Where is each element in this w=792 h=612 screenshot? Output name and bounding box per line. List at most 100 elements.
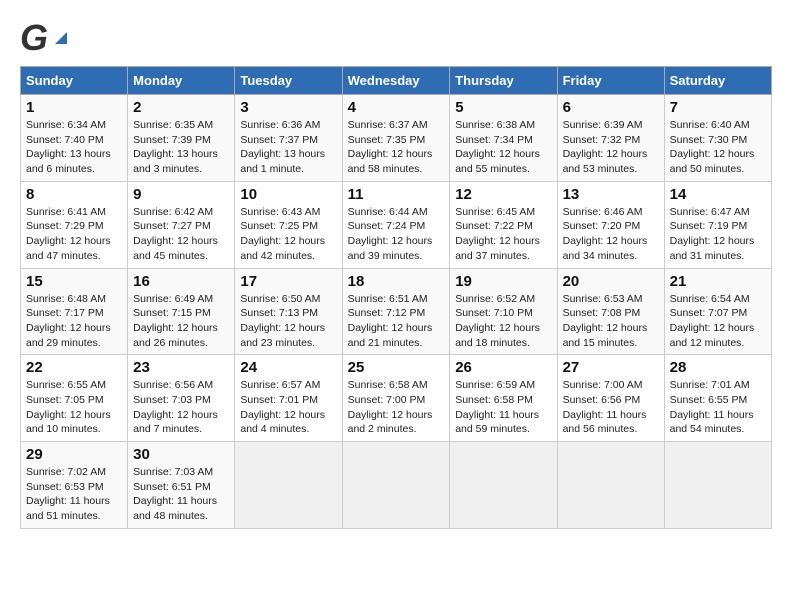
day-number: 2: [133, 99, 229, 116]
day-of-week-header: Monday: [128, 67, 235, 95]
day-info: Sunrise: 6:39 AM Sunset: 7:32 PM Dayligh…: [563, 118, 659, 177]
day-number: 24: [240, 359, 336, 376]
day-number: 5: [455, 99, 551, 116]
calendar-cell: 28 Sunrise: 7:01 AM Sunset: 6:55 PM Dayli…: [664, 355, 771, 442]
day-number: 6: [563, 99, 659, 116]
day-info: Sunrise: 6:42 AM Sunset: 7:27 PM Dayligh…: [133, 205, 229, 264]
day-info: Sunrise: 6:57 AM Sunset: 7:01 PM Dayligh…: [240, 378, 336, 437]
calendar-cell: [342, 442, 450, 529]
day-number: 23: [133, 359, 229, 376]
logo-triangle-icon: [53, 30, 69, 46]
day-info: Sunrise: 6:51 AM Sunset: 7:12 PM Dayligh…: [348, 292, 445, 351]
calendar-cell: 6 Sunrise: 6:39 AM Sunset: 7:32 PM Daylig…: [557, 95, 664, 182]
day-number: 16: [133, 273, 229, 290]
calendar-cell: 7 Sunrise: 6:40 AM Sunset: 7:30 PM Daylig…: [664, 95, 771, 182]
calendar-cell: [450, 442, 557, 529]
day-number: 12: [455, 186, 551, 203]
calendar-week-row: 1 Sunrise: 6:34 AM Sunset: 7:40 PM Daylig…: [21, 95, 772, 182]
calendar-week-row: 15 Sunrise: 6:48 AM Sunset: 7:17 PM Dayli…: [21, 268, 772, 355]
calendar-cell: 2 Sunrise: 6:35 AM Sunset: 7:39 PM Daylig…: [128, 95, 235, 182]
day-number: 20: [563, 273, 659, 290]
calendar-cell: 16 Sunrise: 6:49 AM Sunset: 7:15 PM Dayli…: [128, 268, 235, 355]
calendar-cell: 22 Sunrise: 6:55 AM Sunset: 7:05 PM Dayli…: [21, 355, 128, 442]
day-number: 30: [133, 446, 229, 463]
day-number: 14: [670, 186, 766, 203]
calendar-cell: 25 Sunrise: 6:58 AM Sunset: 7:00 PM Dayli…: [342, 355, 450, 442]
day-info: Sunrise: 6:40 AM Sunset: 7:30 PM Dayligh…: [670, 118, 766, 177]
day-info: Sunrise: 6:45 AM Sunset: 7:22 PM Dayligh…: [455, 205, 551, 264]
day-info: Sunrise: 6:34 AM Sunset: 7:40 PM Dayligh…: [26, 118, 122, 177]
day-info: Sunrise: 6:54 AM Sunset: 7:07 PM Dayligh…: [670, 292, 766, 351]
calendar-cell: 27 Sunrise: 7:00 AM Sunset: 6:56 PM Dayli…: [557, 355, 664, 442]
day-number: 18: [348, 273, 445, 290]
day-info: Sunrise: 6:41 AM Sunset: 7:29 PM Dayligh…: [26, 205, 122, 264]
day-info: Sunrise: 6:49 AM Sunset: 7:15 PM Dayligh…: [133, 292, 229, 351]
day-of-week-header: Sunday: [21, 67, 128, 95]
day-number: 21: [670, 273, 766, 290]
calendar-cell: [557, 442, 664, 529]
calendar-cell: 10Sunrise: 6:43 AM Sunset: 7:25 PM Dayli…: [235, 181, 342, 268]
day-info: Sunrise: 6:43 AM Sunset: 7:25 PM Dayligh…: [240, 205, 336, 264]
day-info: Sunrise: 6:38 AM Sunset: 7:34 PM Dayligh…: [455, 118, 551, 177]
day-info: Sunrise: 6:36 AM Sunset: 7:37 PM Dayligh…: [240, 118, 336, 177]
day-number: 27: [563, 359, 659, 376]
day-of-week-header: Thursday: [450, 67, 557, 95]
calendar-cell: 17 Sunrise: 6:50 AM Sunset: 7:13 PM Dayli…: [235, 268, 342, 355]
day-info: Sunrise: 6:50 AM Sunset: 7:13 PM Dayligh…: [240, 292, 336, 351]
day-number: 22: [26, 359, 122, 376]
day-number: 17: [240, 273, 336, 290]
day-number: 28: [670, 359, 766, 376]
calendar-cell: 9 Sunrise: 6:42 AM Sunset: 7:27 PM Daylig…: [128, 181, 235, 268]
day-info: Sunrise: 6:58 AM Sunset: 7:00 PM Dayligh…: [348, 378, 445, 437]
day-number: 25: [348, 359, 445, 376]
day-number: 7: [670, 99, 766, 116]
day-info: Sunrise: 6:37 AM Sunset: 7:35 PM Dayligh…: [348, 118, 445, 177]
calendar-week-row: 22 Sunrise: 6:55 AM Sunset: 7:05 PM Dayli…: [21, 355, 772, 442]
calendar-cell: 8 Sunrise: 6:41 AM Sunset: 7:29 PM Daylig…: [21, 181, 128, 268]
calendar-cell: 3Sunrise: 6:36 AM Sunset: 7:37 PM Daylig…: [235, 95, 342, 182]
calendar-cell: 20 Sunrise: 6:53 AM Sunset: 7:08 PM Dayli…: [557, 268, 664, 355]
day-info: Sunrise: 7:01 AM Sunset: 6:55 PM Dayligh…: [670, 378, 766, 437]
day-number: 11: [348, 186, 445, 203]
day-info: Sunrise: 6:47 AM Sunset: 7:19 PM Dayligh…: [670, 205, 766, 264]
day-info: Sunrise: 6:59 AM Sunset: 6:58 PM Dayligh…: [455, 378, 551, 437]
calendar-cell: 19 Sunrise: 6:52 AM Sunset: 7:10 PM Dayli…: [450, 268, 557, 355]
day-info: Sunrise: 6:48 AM Sunset: 7:17 PM Dayligh…: [26, 292, 122, 351]
day-info: Sunrise: 7:02 AM Sunset: 6:53 PM Dayligh…: [26, 465, 122, 524]
calendar-cell: [235, 442, 342, 529]
calendar-cell: 24 Sunrise: 6:57 AM Sunset: 7:01 PM Dayli…: [235, 355, 342, 442]
day-info: Sunrise: 7:00 AM Sunset: 6:56 PM Dayligh…: [563, 378, 659, 437]
day-number: 15: [26, 273, 122, 290]
day-number: 8: [26, 186, 122, 203]
day-info: Sunrise: 6:46 AM Sunset: 7:20 PM Dayligh…: [563, 205, 659, 264]
day-info: Sunrise: 6:35 AM Sunset: 7:39 PM Dayligh…: [133, 118, 229, 177]
day-info: Sunrise: 7:03 AM Sunset: 6:51 PM Dayligh…: [133, 465, 229, 524]
calendar-header-row: SundayMondayTuesdayWednesdayThursdayFrid…: [21, 67, 772, 95]
day-number: 9: [133, 186, 229, 203]
calendar-cell: 5 Sunrise: 6:38 AM Sunset: 7:34 PM Daylig…: [450, 95, 557, 182]
calendar-cell: 11 Sunrise: 6:44 AM Sunset: 7:24 PM Dayli…: [342, 181, 450, 268]
day-info: Sunrise: 6:52 AM Sunset: 7:10 PM Dayligh…: [455, 292, 551, 351]
day-number: 1: [26, 99, 122, 116]
calendar-cell: 14 Sunrise: 6:47 AM Sunset: 7:19 PM Dayli…: [664, 181, 771, 268]
calendar-cell: 1 Sunrise: 6:34 AM Sunset: 7:40 PM Daylig…: [21, 95, 128, 182]
calendar-cell: 23 Sunrise: 6:56 AM Sunset: 7:03 PM Dayli…: [128, 355, 235, 442]
calendar-cell: 12 Sunrise: 6:45 AM Sunset: 7:22 PM Dayli…: [450, 181, 557, 268]
calendar-cell: [664, 442, 771, 529]
day-info: Sunrise: 6:55 AM Sunset: 7:05 PM Dayligh…: [26, 378, 122, 437]
day-info: Sunrise: 6:44 AM Sunset: 7:24 PM Dayligh…: [348, 205, 445, 264]
calendar-cell: 13Sunrise: 6:46 AM Sunset: 7:20 PM Dayli…: [557, 181, 664, 268]
day-of-week-header: Saturday: [664, 67, 771, 95]
day-of-week-header: Friday: [557, 67, 664, 95]
day-number: 19: [455, 273, 551, 290]
calendar-cell: 26Sunrise: 6:59 AM Sunset: 6:58 PM Dayli…: [450, 355, 557, 442]
day-number: 29: [26, 446, 122, 463]
logo-right-section: [52, 30, 69, 46]
calendar-cell: 15 Sunrise: 6:48 AM Sunset: 7:17 PM Dayli…: [21, 268, 128, 355]
day-of-week-header: Tuesday: [235, 67, 342, 95]
calendar-cell: 21 Sunrise: 6:54 AM Sunset: 7:07 PM Dayli…: [664, 268, 771, 355]
day-info: Sunrise: 6:53 AM Sunset: 7:08 PM Dayligh…: [563, 292, 659, 351]
day-number: 4: [348, 99, 445, 116]
day-info: Sunrise: 6:56 AM Sunset: 7:03 PM Dayligh…: [133, 378, 229, 437]
calendar-week-row: 29 Sunrise: 7:02 AM Sunset: 6:53 PM Dayli…: [21, 442, 772, 529]
